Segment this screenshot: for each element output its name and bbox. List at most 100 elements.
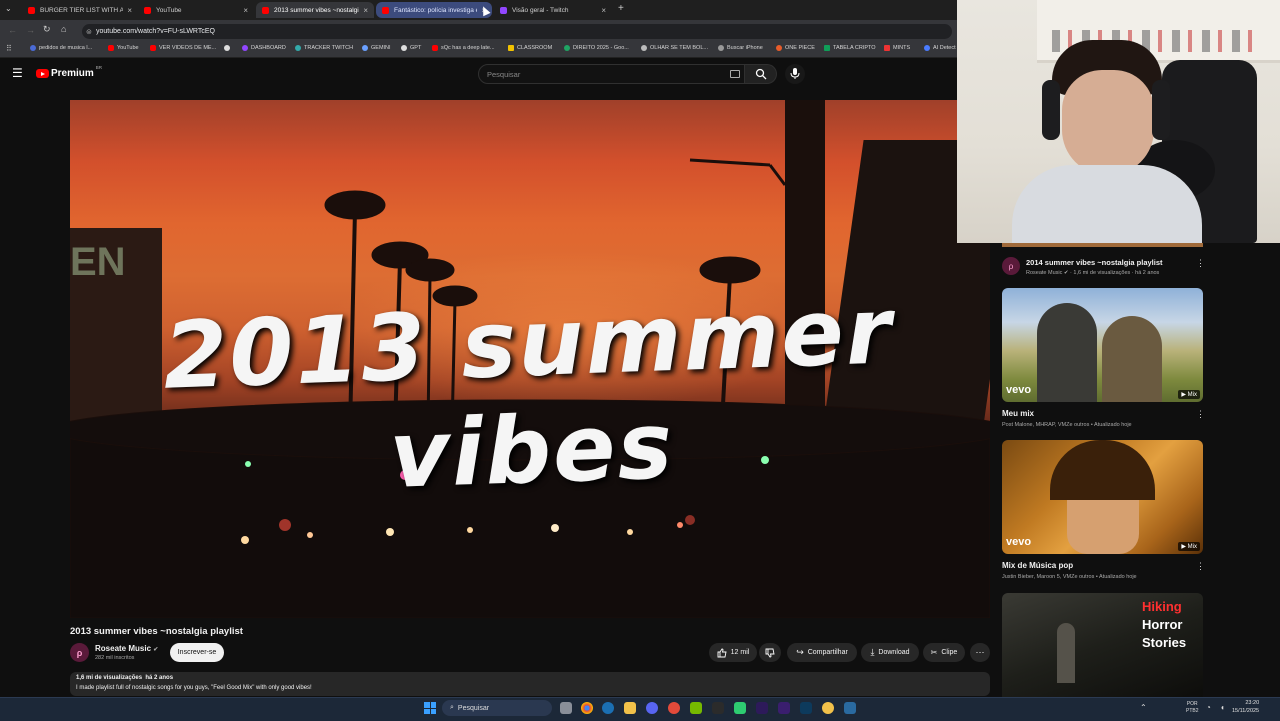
- bookmark-item[interactable]: AI Detect: [924, 45, 956, 51]
- bookmark-item[interactable]: VER VIDEOS DE ME...: [150, 45, 216, 51]
- url-text: youtube.com/watch?v=FU-sLWRTcEQ: [96, 28, 215, 35]
- site-info-icon[interactable]: ⊜: [86, 28, 92, 36]
- app-icon[interactable]: [734, 702, 746, 714]
- apps-icon[interactable]: ⠿: [6, 44, 12, 53]
- channel-avatar[interactable]: ρ: [1002, 257, 1020, 275]
- bookmark-item[interactable]: DASHBOARD: [242, 45, 286, 51]
- bookmark-item[interactable]: Buscar iPhone: [718, 45, 763, 51]
- premiere-pro-icon[interactable]: [778, 702, 790, 714]
- wifi-icon[interactable]: ◔: [1206, 703, 1211, 712]
- dislike-button[interactable]: [759, 643, 781, 662]
- discord-icon[interactable]: [646, 702, 658, 714]
- more-vertical-icon[interactable]: ⋮: [1196, 409, 1205, 420]
- file-explorer-icon[interactable]: [560, 702, 572, 714]
- sidebar-mix-title[interactable]: Mix de Música pop: [1002, 561, 1073, 570]
- sidebar-video-title[interactable]: 2014 summer vibes ~nostalgia playlist: [1026, 258, 1163, 267]
- close-tab-icon[interactable]: ×: [601, 6, 606, 15]
- close-tab-icon[interactable]: ×: [127, 6, 132, 15]
- share-button[interactable]: ↪ Compartilhar: [787, 643, 857, 662]
- premiere-icon[interactable]: [756, 702, 768, 714]
- like-button[interactable]: 12 mil: [709, 643, 757, 662]
- tab-twitch[interactable]: Visão geral - Twitch ×: [494, 2, 612, 18]
- bookmark-favicon-icon: [776, 45, 782, 51]
- clip-button[interactable]: ✂ Clipe: [923, 643, 965, 662]
- search-icon: ⌕: [450, 704, 454, 711]
- bookmark-item[interactable]: CLASSROOM: [508, 45, 552, 51]
- start-button[interactable]: [424, 702, 436, 714]
- close-tab-icon[interactable]: ×: [243, 6, 248, 15]
- youtube-play-icon: [36, 69, 49, 78]
- bookmark-item[interactable]: sQc has a deep late...: [432, 45, 495, 51]
- tab-youtube[interactable]: YouTube ×: [138, 2, 254, 18]
- more-vertical-icon[interactable]: ⋮: [1196, 561, 1205, 572]
- more-vertical-icon[interactable]: ⋮: [1196, 258, 1205, 269]
- bookmark-item[interactable]: TABELA CRIPTO: [824, 45, 876, 51]
- sidebar-video-meta: Roseate Music ✔ · 1,6 mi de visualizaçõe…: [1026, 270, 1160, 276]
- reload-icon[interactable]: ↻: [43, 24, 51, 35]
- bookmark-item[interactable]: GEMINI: [362, 45, 391, 51]
- people-silhouette: [1102, 316, 1162, 402]
- bookmark-item[interactable]: ONE PIECE: [776, 45, 815, 51]
- close-tab-icon[interactable]: ×: [363, 6, 368, 15]
- address-bar[interactable]: ⊜ youtube.com/watch?v=FU-sLWRTcEQ: [82, 24, 952, 39]
- download-button[interactable]: ⤓ Download: [861, 643, 919, 662]
- description-box[interactable]: 1,6 mi de visualizações há 2 anos I made…: [70, 672, 990, 696]
- obs-icon[interactable]: [822, 702, 834, 714]
- tab-fantastico[interactable]: Fantástico: polícia investiga ex ×: [376, 2, 492, 18]
- more-actions-button[interactable]: ⋯: [970, 643, 990, 662]
- view-stats: 1,6 mi de visualizações há 2 anos: [76, 675, 174, 681]
- bookmark-item[interactable]: TRACKER TWITCH: [295, 45, 353, 51]
- gemini-icon: [362, 45, 368, 51]
- tray-chevron-icon[interactable]: ⌃: [1140, 703, 1147, 712]
- thumbs-down-icon: [765, 648, 775, 657]
- bookmark-item[interactable]: GPT: [401, 45, 421, 51]
- search-button[interactable]: [745, 64, 777, 84]
- language-indicator[interactable]: POR PTB2: [1186, 701, 1199, 715]
- tab-title: BURGER TIER LIST WITH ASMON: [40, 6, 124, 14]
- volume-icon[interactable]: ◖: [1220, 703, 1225, 712]
- browser-icon[interactable]: [668, 702, 680, 714]
- keyboard-icon[interactable]: [730, 70, 740, 78]
- video-thumbnail-text: 2013 summer vibes: [161, 277, 895, 509]
- back-icon[interactable]: ←: [8, 25, 17, 35]
- channel-name[interactable]: Roseate Music ✔: [95, 644, 158, 653]
- tab-burger-tier-list[interactable]: BURGER TIER LIST WITH ASMON ×: [22, 2, 138, 18]
- bookmark-item[interactable]: OLHAR SE TEM BOL...: [641, 45, 708, 51]
- globe-bookmark-icon[interactable]: [224, 45, 233, 51]
- tab-title: Fantástico: polícia investiga ex: [394, 6, 478, 14]
- search-input[interactable]: Pesquisar: [478, 64, 745, 84]
- steam-icon[interactable]: [602, 702, 614, 714]
- nvidia-icon[interactable]: [690, 702, 702, 714]
- sidebar-mix-title[interactable]: Meu mix: [1002, 409, 1034, 418]
- subscribe-button[interactable]: Inscrever-se: [170, 643, 224, 662]
- photoshop-icon[interactable]: [800, 702, 812, 714]
- new-tab-button[interactable]: +: [618, 3, 624, 14]
- chrome-icon[interactable]: [581, 702, 593, 714]
- sidebar-thumbnail-mix-pop[interactable]: vevo ▶ Mix: [1002, 440, 1203, 554]
- sidebar-thumbnail-meu-mix[interactable]: vevo ▶ Mix: [1002, 288, 1203, 402]
- menu-icon[interactable]: ☰: [12, 66, 23, 80]
- bookmark-favicon-icon: [242, 45, 248, 51]
- hair-silhouette: [1050, 440, 1155, 500]
- tab-2013-summer-vibes[interactable]: 2013 summer vibes ~nostalgia ×: [256, 2, 374, 18]
- taskbar-search[interactable]: ⌕ Pesquisar: [442, 700, 552, 716]
- bookmark-item[interactable]: DIREITO 2025 - Goo...: [564, 45, 629, 51]
- tab-search-icon[interactable]: ⌄: [5, 4, 12, 13]
- voice-search-button[interactable]: [785, 64, 805, 84]
- bookmark-item[interactable]: pedidos de musica l...: [30, 45, 92, 51]
- sidebar-thumbnail-hiking-horror[interactable]: Hiking Horror Stories: [1002, 593, 1203, 697]
- windows-taskbar: [0, 697, 1280, 721]
- home-icon[interactable]: ⌂: [61, 24, 66, 34]
- folder-icon[interactable]: [624, 702, 636, 714]
- steam-icon[interactable]: [844, 702, 856, 714]
- system-clock[interactable]: 23:20 15/11/2025: [1232, 699, 1259, 715]
- video-player[interactable]: EN 2013 summer vibes: [70, 100, 990, 618]
- mix-badge: ▶ Mix: [1178, 390, 1200, 399]
- bookmark-item[interactable]: MINTS: [884, 45, 910, 51]
- headphones: [1152, 80, 1170, 140]
- forward-icon[interactable]: →: [26, 25, 35, 35]
- channel-avatar[interactable]: ρ: [70, 643, 89, 662]
- bookmark-item[interactable]: YouTube: [108, 45, 139, 51]
- youtube-logo[interactable]: Premium BR: [36, 65, 102, 79]
- app-icon[interactable]: [712, 702, 724, 714]
